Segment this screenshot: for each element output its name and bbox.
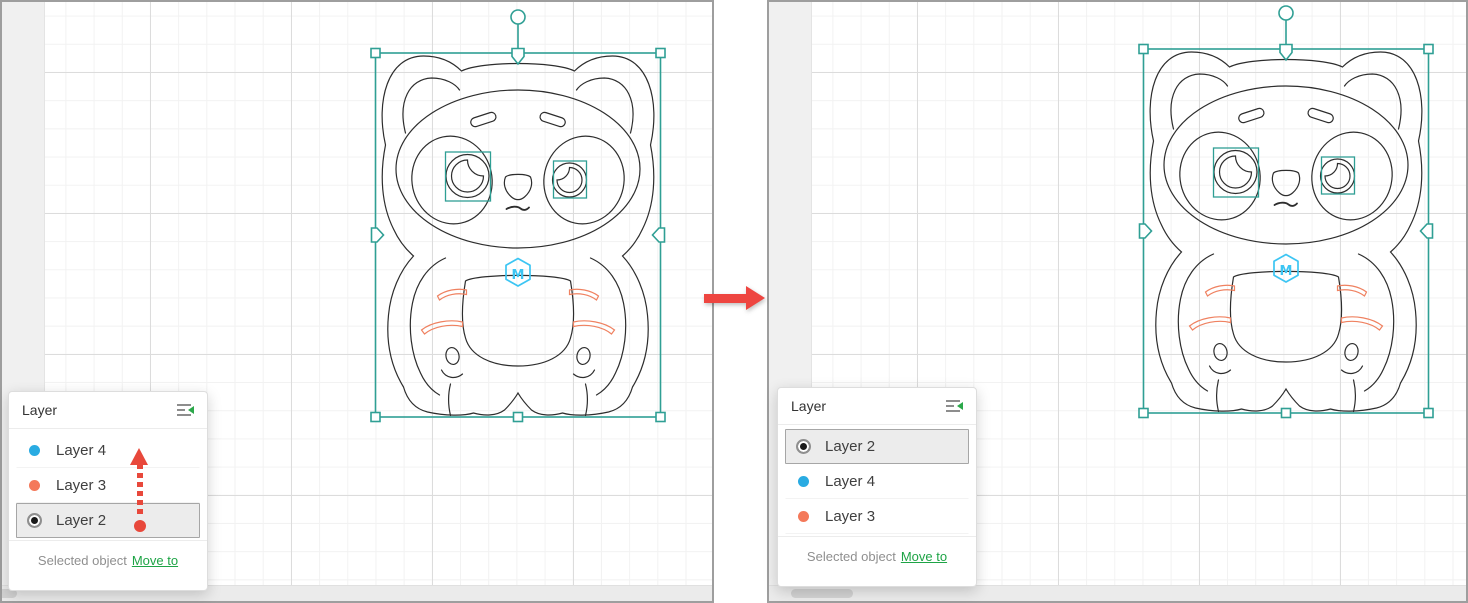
canvas-view-before: Layer Layer 4 Layer 3 Layer 2 Selected o… bbox=[0, 0, 714, 603]
layer-name: Layer 2 bbox=[56, 512, 106, 529]
red-arrow-right-icon bbox=[704, 286, 765, 310]
layer-panel-title: Layer bbox=[791, 398, 826, 414]
layer-row[interactable]: Layer 3 bbox=[785, 499, 969, 534]
layer-name: Layer 2 bbox=[825, 438, 875, 455]
canvas-view-after: Layer Layer 2 Layer 4 Layer 3 Selected o… bbox=[767, 0, 1468, 603]
layer-panel-footer: Selected object Move to bbox=[778, 536, 976, 575]
selected-object-label: Selected object bbox=[38, 553, 127, 568]
layer-name: Layer 4 bbox=[56, 442, 106, 459]
layer-color-dot bbox=[798, 511, 809, 522]
move-to-link[interactable]: Move to bbox=[132, 553, 178, 568]
collapse-panel-icon[interactable] bbox=[946, 400, 963, 413]
scrollbar-thumb[interactable] bbox=[791, 589, 853, 598]
layer-color-dot bbox=[798, 476, 809, 487]
arrow-shaft bbox=[704, 294, 746, 303]
selected-object[interactable] bbox=[1136, 3, 1436, 419]
layer-list: Layer 2 Layer 4 Layer 3 bbox=[778, 425, 976, 536]
layer-row[interactable]: Layer 4 bbox=[16, 433, 200, 468]
layer-row-selected[interactable]: Layer 2 bbox=[785, 429, 969, 464]
layer-color-dot bbox=[796, 439, 811, 454]
layer-name: Layer 3 bbox=[56, 477, 106, 494]
layer-color-dot bbox=[27, 513, 42, 528]
arrowhead bbox=[746, 286, 765, 310]
layer-panel-header: Layer bbox=[778, 388, 976, 425]
layer-row[interactable]: Layer 4 bbox=[785, 464, 969, 499]
layer-color-dot bbox=[29, 480, 40, 491]
collapse-panel-icon[interactable] bbox=[177, 404, 194, 417]
layer-panel-title: Layer bbox=[22, 402, 57, 418]
layer-name: Layer 3 bbox=[825, 508, 875, 525]
layer-panel-footer: Selected object Move to bbox=[9, 540, 207, 579]
layer-list: Layer 4 Layer 3 Layer 2 bbox=[9, 429, 207, 540]
layer-row[interactable]: Layer 3 bbox=[16, 468, 200, 503]
selected-object[interactable] bbox=[368, 7, 668, 423]
layer-panel-header: Layer bbox=[9, 392, 207, 429]
layer-panel: Layer Layer 4 Layer 3 Layer 2 Selected o… bbox=[8, 391, 208, 591]
layer-color-dot bbox=[29, 445, 40, 456]
layer-name: Layer 4 bbox=[825, 473, 875, 490]
horizontal-scrollbar[interactable] bbox=[769, 585, 1466, 601]
screenshot-root: { "canvas": { "object": "panda-line-art"… bbox=[0, 0, 1468, 603]
move-to-link[interactable]: Move to bbox=[901, 549, 947, 564]
selected-object-label: Selected object bbox=[807, 549, 896, 564]
layer-row-selected[interactable]: Layer 2 bbox=[16, 503, 200, 538]
layer-panel: Layer Layer 2 Layer 4 Layer 3 Selected o… bbox=[777, 387, 977, 587]
